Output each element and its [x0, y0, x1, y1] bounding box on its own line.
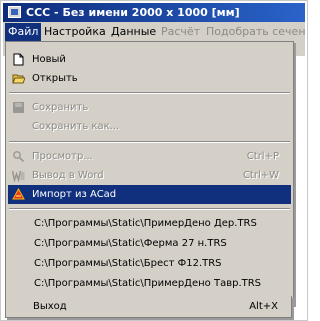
recent-file-item[interactable]: C:\Программы\Static\Ферма 27 н.TRS	[8, 234, 291, 253]
menu-data[interactable]: Данные	[108, 23, 159, 41]
menu-item-save[interactable]: Сохранить	[8, 98, 291, 117]
app-icon	[8, 6, 21, 18]
recent-file-path: C:\Программы\Static\ПримерДено Дер.TRS	[34, 218, 257, 229]
menu-item-save-as[interactable]: Сохранить как...	[8, 117, 291, 136]
open-folder-icon	[12, 72, 26, 85]
shortcut-label: Ctrl+P	[246, 151, 279, 162]
menu-item-label: Сохранить как...	[32, 121, 120, 132]
new-document-icon	[12, 53, 25, 66]
menu-separator	[9, 141, 290, 143]
menu-separator	[9, 208, 290, 210]
menu-item-label: Выход	[33, 301, 67, 312]
recent-file-path: C:\Программы\Static\Брест Ф12.TRS	[34, 258, 222, 269]
word-icon	[11, 169, 25, 183]
app-window: ССС - Без имени 2000 x 1000 [мм] Файл На…	[0, 0, 308, 321]
window-title: ССС - Без имени 2000 x 1000 [мм]	[26, 6, 240, 19]
menu-item-label: Просмотр...	[32, 151, 93, 162]
menu-item-label: Новый	[32, 54, 66, 65]
shortcut-label: Alt+X	[249, 301, 278, 312]
menu-separator	[9, 92, 290, 94]
recent-file-item[interactable]: C:\Программы\Static\ПримерДено Тавр.TRS	[8, 274, 291, 293]
menu-item-preview[interactable]: Просмотр... Ctrl+P	[8, 147, 291, 166]
menu-item-label: Сохранить	[32, 102, 89, 113]
menu-item-label: Открыть	[32, 73, 78, 84]
menu-calculation[interactable]: Расчёт	[158, 23, 203, 41]
recent-file-item[interactable]: C:\Программы\Static\Брест Ф12.TRS	[8, 254, 291, 273]
menu-item-new[interactable]: Новый	[8, 50, 291, 69]
dropdown-exit-section: Выход Alt+X	[5, 296, 292, 318]
menu-item-label: Импорт из ACad	[32, 189, 117, 200]
save-disk-icon	[12, 101, 25, 114]
recent-file-path: C:\Программы\Static\Ферма 27 н.TRS	[34, 238, 227, 249]
acad-icon	[12, 187, 25, 201]
menu-item-open[interactable]: Открыть	[8, 69, 291, 88]
menu-item-import-acad[interactable]: Импорт из ACad	[8, 185, 291, 204]
menu-file[interactable]: Файл	[5, 23, 42, 41]
menu-bar: Файл Настройка Данные Расчёт Подобрать с…	[3, 22, 305, 42]
menu-item-label: Вывод в Word	[32, 170, 104, 181]
menu-item-export-word[interactable]: Вывод в Word Ctrl+W	[8, 166, 291, 185]
recent-file-path: C:\Программы\Static\ПримерДено Тавр.TRS	[34, 278, 262, 289]
recent-file-item[interactable]: C:\Программы\Static\ПримерДено Дер.TRS	[8, 214, 291, 233]
file-dropdown-menu: Новый Открыть Сохранить Сохранить как...…	[5, 41, 294, 305]
shortcut-label: Ctrl+W	[242, 170, 279, 181]
print-preview-icon	[12, 150, 25, 163]
menu-item-exit[interactable]: Выход Alt+X	[7, 297, 290, 316]
menu-settings[interactable]: Настройка	[41, 23, 109, 41]
title-bar[interactable]: ССС - Без имени 2000 x 1000 [мм]	[3, 3, 305, 22]
menu-select-section[interactable]: Подобрать сечен	[203, 23, 305, 41]
